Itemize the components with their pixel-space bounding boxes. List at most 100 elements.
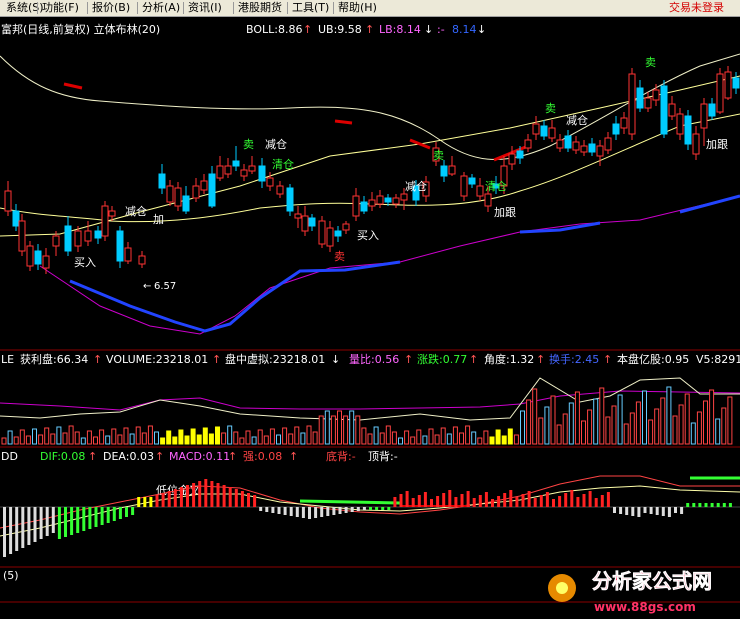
- macd-bar: [478, 495, 482, 507]
- menu-separator: [183, 2, 184, 14]
- menu-separator: [37, 2, 38, 14]
- macd-bar: [308, 507, 311, 519]
- volume-bar: [318, 415, 324, 445]
- candle-body: [266, 177, 274, 187]
- annotation-buy-2: 买入: [357, 229, 379, 242]
- volume-bar: [56, 426, 62, 445]
- menu-item-6[interactable]: 工具(T): [292, 0, 329, 16]
- volume-bar: [666, 386, 672, 445]
- macd-bar: [94, 507, 98, 527]
- menu-item-1[interactable]: 功能(F): [42, 0, 79, 16]
- macd-bar: [27, 507, 31, 545]
- volume-bar: [452, 426, 458, 445]
- volume-bar: [574, 391, 580, 445]
- volume-bar: [62, 432, 68, 445]
- macd-bar: [545, 492, 549, 507]
- menu-item-5[interactable]: 港股期货: [238, 0, 282, 16]
- main-panel-title: 富邦(日线,前复权) 立体布林(20): [1, 22, 160, 36]
- volume-bar: [68, 425, 74, 445]
- macd-bar: [582, 494, 586, 507]
- candle-body: [724, 71, 732, 99]
- menu-item-4[interactable]: 资讯(I): [188, 0, 222, 16]
- candle-body: [224, 165, 232, 175]
- volume-bar: [312, 431, 318, 445]
- candle-body: [208, 173, 216, 207]
- menu-separator: [333, 2, 334, 14]
- volume-bar: [245, 430, 251, 445]
- macd-bar: [655, 507, 659, 515]
- macd-arrow-icon: ↑: [228, 450, 237, 463]
- volume-bar: [465, 425, 471, 445]
- stock-chart-area[interactable]: 富邦(日线,前复权) 立体布林(20) BOLL:8.86 ↑ UB:9.58 …: [0, 16, 740, 619]
- menu-separator: [287, 2, 288, 14]
- candle-body: [440, 165, 448, 177]
- macd-bar: [692, 503, 696, 507]
- macd-bar: [137, 497, 141, 507]
- vol-ratio-arrow-icon: ↑: [404, 353, 413, 366]
- annotation-sell-3: 卖: [545, 102, 556, 115]
- macd-bar: [106, 507, 110, 523]
- macd-bar: [228, 487, 232, 507]
- extra-value: 8.14: [452, 23, 477, 36]
- candle-body: [34, 250, 42, 265]
- macd-bar: [295, 507, 299, 517]
- candlestick-series: [4, 66, 740, 274]
- candle-body: [468, 177, 476, 185]
- macd-bar: [515, 497, 519, 507]
- macd-bar: [204, 479, 208, 507]
- volume-bar: [654, 408, 660, 445]
- menu-item-3[interactable]: 分析(A): [142, 0, 180, 16]
- macd-bar: [149, 497, 153, 507]
- candle-body: [628, 73, 636, 135]
- macd-bar: [423, 492, 427, 507]
- green-segment-1: [299, 499, 401, 505]
- change-value: 涨跌:0.77: [417, 352, 467, 366]
- menu-item-2[interactable]: 报价(B): [92, 0, 130, 16]
- candle-body: [588, 143, 596, 153]
- volume-bar: [660, 397, 666, 445]
- macd-bar: [265, 507, 269, 512]
- candle-body: [368, 199, 376, 207]
- volume-bar: [190, 428, 196, 445]
- candle-body: [532, 123, 540, 135]
- macd-bar: [430, 499, 433, 507]
- macd-bar: [45, 507, 49, 536]
- macd-bar: [552, 499, 555, 507]
- macd-bar: [283, 507, 287, 515]
- volume-bar: [544, 406, 550, 445]
- candle-body: [326, 227, 334, 247]
- volume-bar: [361, 427, 367, 445]
- volume-bar: [355, 415, 361, 445]
- annotation-sell-1: 卖: [243, 138, 254, 151]
- volume-bar: [526, 399, 532, 445]
- macd-bar: [722, 503, 726, 507]
- macd-bar: [491, 499, 494, 507]
- volume-bar: [391, 431, 397, 445]
- volume-bar: [483, 430, 489, 445]
- macd-bar: [533, 498, 537, 507]
- candle-body: [620, 117, 628, 129]
- trade-login-status-link[interactable]: 交易未登录: [669, 0, 724, 16]
- candle-body: [448, 165, 456, 175]
- candle-body: [301, 215, 309, 232]
- candle-body: [276, 185, 284, 195]
- macd-bar: [570, 490, 574, 507]
- turnover-value: 换手:2.45: [549, 352, 599, 366]
- volume-bar: [495, 429, 501, 445]
- macd-bar: [613, 507, 616, 513]
- macd-bar: [619, 507, 623, 514]
- candle-body: [166, 185, 174, 203]
- v5-value: V5:8291: [696, 353, 740, 366]
- candle-body: [660, 85, 668, 135]
- candle-body: [258, 165, 266, 182]
- macd-bar: [472, 498, 476, 507]
- candle-body: [12, 210, 20, 227]
- ub-arrow-icon: ↑: [365, 23, 374, 36]
- macd-bar: [643, 507, 647, 513]
- candle-body: [708, 103, 716, 117]
- macd-bar: [539, 495, 543, 507]
- volume-bar: [93, 436, 98, 445]
- intraday-value: 盘中虚拟:23218.01: [225, 352, 325, 366]
- candle-body: [676, 113, 684, 135]
- menu-item-7[interactable]: 帮助(H): [338, 0, 377, 16]
